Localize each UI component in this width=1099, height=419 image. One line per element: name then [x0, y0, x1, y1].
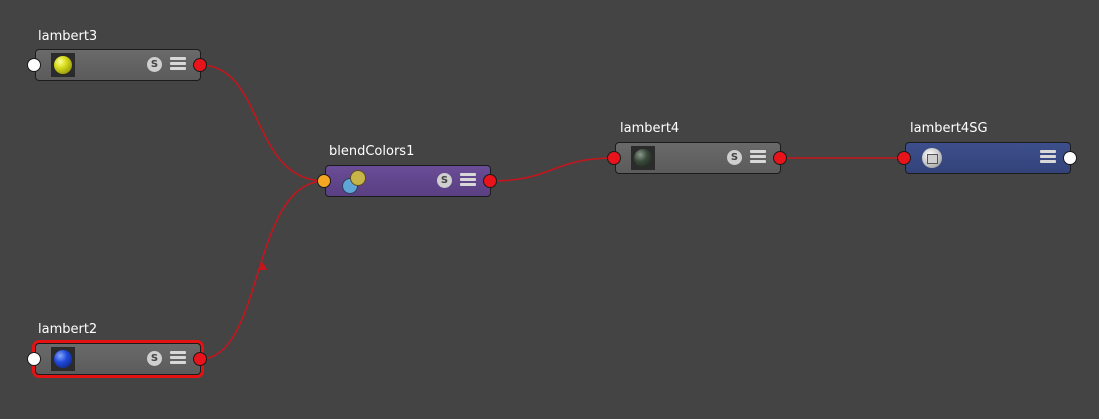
node-lambert4[interactable]: S	[607, 142, 787, 174]
attribute-list-icon[interactable]	[460, 173, 476, 189]
node-editor-canvas[interactable]: lambert3 S lambert2 S blendColors1 S lam…	[0, 0, 1099, 419]
node-lambert4SG[interactable]	[897, 142, 1077, 174]
node-lambert3[interactable]: S	[27, 49, 207, 81]
input-port[interactable]	[27, 352, 41, 366]
node-title-lambert3: lambert3	[38, 29, 98, 44]
node-lambert2[interactable]: S	[27, 343, 207, 375]
node-title-lambert4: lambert4	[620, 121, 680, 136]
blend-colors-icon	[341, 169, 367, 195]
output-port[interactable]	[773, 151, 787, 165]
shader-s-icon[interactable]: S	[147, 57, 162, 72]
node-title-lambert2: lambert2	[38, 322, 98, 337]
dark-sphere-swatch-icon	[631, 146, 655, 170]
node-blendColors1[interactable]: S	[317, 165, 497, 197]
wire-lambert2-to-blendColors1[interactable]	[199, 180, 326, 360]
output-port[interactable]	[193, 58, 207, 72]
attribute-list-icon[interactable]	[170, 57, 186, 73]
shader-s-icon[interactable]: S	[147, 351, 162, 366]
yellow-sphere-swatch-icon	[51, 53, 75, 77]
attribute-list-icon[interactable]	[750, 150, 766, 166]
output-port[interactable]	[483, 174, 497, 188]
shader-s-icon[interactable]: S	[727, 150, 742, 165]
node-title-blendColors1: blendColors1	[329, 144, 415, 159]
output-port[interactable]	[1063, 151, 1077, 165]
input-port[interactable]	[317, 174, 331, 188]
blue-sphere-swatch-icon	[51, 347, 75, 371]
shader-s-icon[interactable]: S	[437, 173, 452, 188]
node-title-lambert4SG: lambert4SG	[910, 121, 988, 136]
shading-group-icon	[922, 148, 942, 168]
wire-blendColors1-to-lambert4[interactable]	[489, 157, 616, 182]
output-port[interactable]	[193, 352, 207, 366]
wire-direction-arrow	[259, 262, 267, 270]
wire-lambert3-to-blendColors1[interactable]	[199, 64, 326, 182]
input-port[interactable]	[27, 58, 41, 72]
input-port[interactable]	[897, 151, 911, 165]
attribute-list-icon[interactable]	[1040, 150, 1056, 166]
input-port[interactable]	[607, 151, 621, 165]
attribute-list-icon[interactable]	[170, 351, 186, 367]
